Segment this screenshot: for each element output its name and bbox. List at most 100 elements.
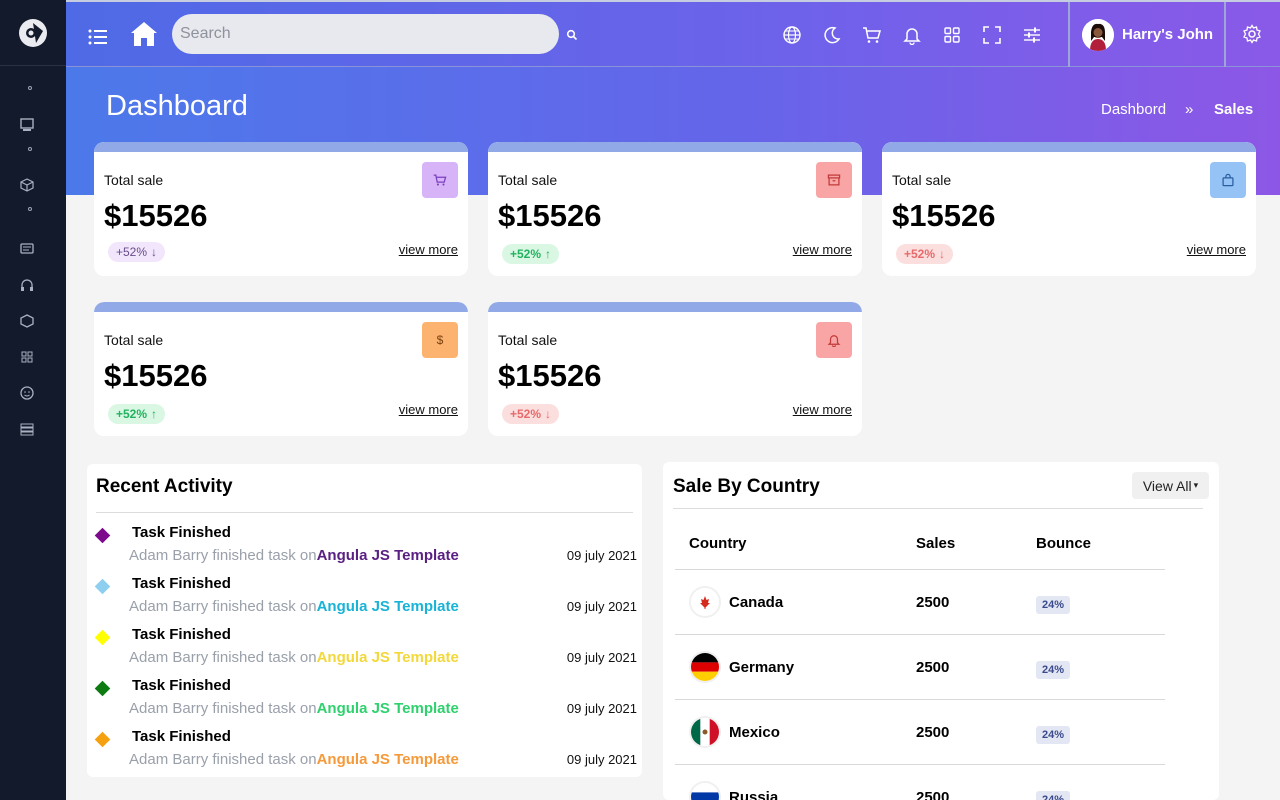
table-row: Canada 2500 24% [675, 570, 1165, 635]
hexagon-icon [20, 314, 34, 328]
view-more-link[interactable]: view more [793, 242, 852, 257]
bell-icon [903, 28, 921, 45]
home-icon [131, 22, 157, 46]
canada-flag-icon [691, 588, 719, 616]
notifications-button[interactable] [901, 24, 923, 46]
list-menu-icon [88, 29, 107, 45]
mexico-flag-icon [691, 718, 719, 746]
divider [96, 512, 633, 513]
sidebar-dot [28, 207, 32, 211]
change-badge: +52% ↑ [502, 244, 560, 264]
view-more-link[interactable]: view more [1187, 242, 1246, 257]
column-header-bounce: Bounce [1036, 535, 1092, 552]
cart-button[interactable] [861, 24, 883, 46]
sidebar [0, 0, 66, 800]
column-header-sales: Sales [916, 535, 956, 552]
change-badge: +52% ↑ [108, 404, 166, 424]
panel-title: Recent Activity [96, 476, 233, 497]
globe-icon [783, 26, 801, 44]
list-item: Task Finished Adam Barry finished task o… [94, 677, 637, 725]
status-diamond-icon [94, 527, 111, 544]
template-link[interactable]: Angula JS Template [317, 547, 459, 564]
apps-grid-icon [944, 27, 960, 43]
stat-label: Total sale [104, 332, 164, 348]
status-diamond-icon [94, 629, 111, 646]
smiley-icon [20, 386, 34, 400]
template-link[interactable]: Angula JS Template [317, 700, 459, 717]
user-profile[interactable]: Harry's John [1068, 2, 1226, 67]
arrow-down-icon: ↓ [151, 245, 158, 259]
list-item: Task Finished Adam Barry finished task o… [94, 626, 637, 674]
view-more-link[interactable]: view more [399, 242, 458, 257]
russia-flag-icon [691, 783, 719, 800]
stat-label: Total sale [498, 172, 558, 188]
stat-value: $15526 [104, 198, 208, 233]
view-more-link[interactable]: view more [399, 402, 458, 417]
logo-icon [19, 18, 47, 47]
panel-title: Sale By Country [673, 476, 820, 497]
user-name: Harry's John [1122, 26, 1214, 43]
change-badge: +52% ↓ [502, 404, 560, 424]
home-button[interactable] [128, 18, 160, 50]
cart-icon [863, 27, 881, 43]
sidebar-item-icons[interactable] [18, 384, 36, 402]
germany-flag-icon [691, 653, 719, 681]
stat-card: Total sale $15526 +52% ↓ view more [94, 142, 468, 276]
stat-label: Total sale [498, 332, 558, 348]
view-all-dropdown[interactable]: View All ▾ [1132, 472, 1209, 499]
fullscreen-button[interactable] [981, 24, 1003, 46]
table-row: Germany 2500 24% [675, 635, 1165, 700]
stat-value: $15526 [104, 358, 208, 393]
apps-button[interactable] [941, 24, 963, 46]
sidebar-dot [28, 86, 32, 90]
language-button[interactable] [781, 24, 803, 46]
stat-card: Total sale $15526 +52% ↓ view more [882, 142, 1256, 276]
top-header: Harry's John [66, 0, 1280, 67]
stat-card: Total sale $15526 +52% ↓ view more [488, 302, 862, 436]
view-more-link[interactable]: view more [793, 402, 852, 417]
template-link[interactable]: Angula JS Template [317, 649, 459, 666]
menu-toggle-button[interactable] [86, 26, 110, 48]
sidebar-item-components[interactable] [18, 312, 36, 330]
dark-mode-button[interactable] [821, 24, 843, 46]
template-link[interactable]: Angula JS Template [317, 751, 459, 768]
sliders-icon [1024, 27, 1040, 43]
list-item: Task Finished Adam Barry finished task o… [94, 575, 637, 623]
moon-icon [824, 26, 841, 44]
app-logo[interactable] [0, 0, 66, 66]
settings-button[interactable] [1242, 24, 1262, 44]
sidebar-item-apps[interactable] [18, 176, 36, 194]
sidebar-item-messages[interactable] [18, 240, 36, 258]
stat-value: $15526 [498, 198, 602, 233]
bounce-badge: 24% [1036, 661, 1071, 679]
sidebar-item-dashboard[interactable] [18, 116, 36, 134]
sidebar-item-widgets[interactable] [18, 348, 36, 366]
search-input[interactable] [172, 14, 559, 54]
bounce-badge: 24% [1036, 726, 1071, 744]
column-header-country: Country [689, 535, 747, 552]
stat-value: $15526 [892, 198, 996, 233]
search-button[interactable] [566, 28, 578, 41]
chat-icon [20, 243, 34, 254]
grid-icon [21, 351, 33, 363]
sidebar-item-support[interactable] [18, 276, 36, 294]
change-badge: +52% ↓ [108, 242, 166, 262]
monitor-icon [20, 118, 34, 131]
status-diamond-icon [94, 578, 111, 595]
search-icon [566, 29, 578, 41]
stat-label: Total sale [892, 172, 952, 188]
page-title: Dashboard [106, 90, 248, 122]
cart-icon [422, 162, 458, 198]
stat-value: $15526 [498, 358, 602, 393]
sidebar-item-tables[interactable] [18, 420, 36, 438]
stat-card: Total sale $15526 $ +52% ↑ view more [94, 302, 468, 436]
gear-icon [1243, 24, 1261, 44]
arrow-up-icon: ↑ [151, 407, 158, 421]
bounce-badge: 24% [1036, 791, 1071, 800]
cube-icon [20, 178, 34, 192]
fullscreen-icon [983, 26, 1001, 44]
template-link[interactable]: Angula JS Template [317, 598, 459, 615]
breadcrumb-dashboard[interactable]: Dashbord [1101, 101, 1166, 118]
customizer-button[interactable] [1021, 24, 1043, 46]
table-row: Russia 2500 24% [675, 765, 1165, 800]
